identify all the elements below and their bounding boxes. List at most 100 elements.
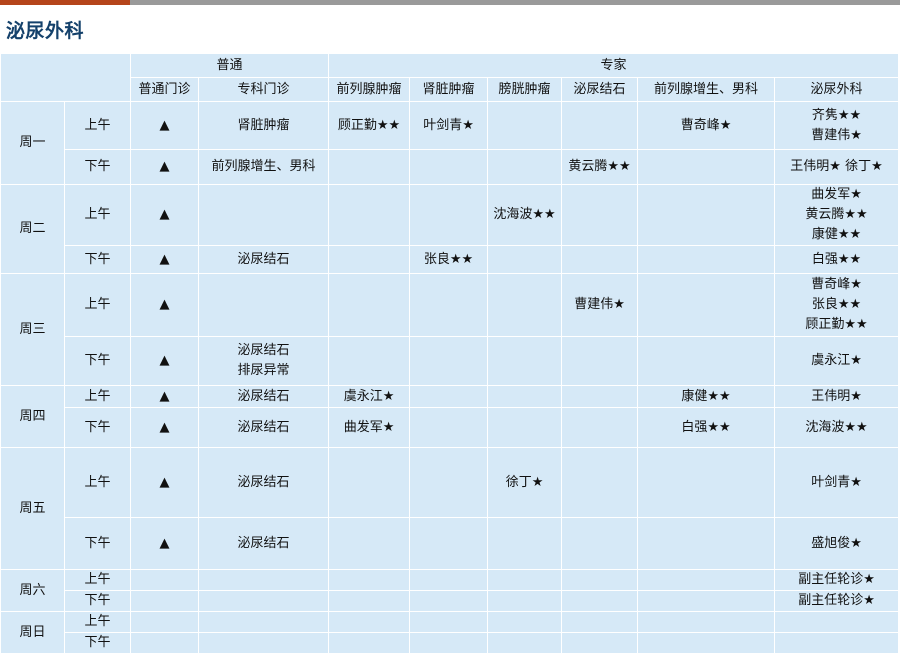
header-group-expert: 专家 [328, 53, 900, 78]
schedule-cell: 虞永江★ [774, 336, 900, 386]
schedule-cell: ▲ [130, 336, 199, 386]
schedule-cell [328, 611, 411, 633]
schedule-row: 下午 ▲ 泌尿结石 曲发军★ 白强★★ 沈海波★★ [1, 407, 900, 448]
column-header: 专科门诊 [197, 77, 330, 102]
schedule-cell [409, 149, 489, 185]
schedule-cell [487, 407, 563, 448]
schedule-cell [409, 517, 489, 570]
period-label: 下午 [64, 517, 131, 570]
schedule-cell [197, 632, 330, 654]
schedule-cell [409, 569, 489, 591]
schedule-cell: ▲ [130, 517, 199, 570]
column-header: 前列腺增生、男科 [637, 77, 776, 102]
schedule-cell: 沈海波★★ [487, 184, 563, 246]
schedule-cell [487, 149, 563, 185]
schedule-cell [409, 632, 489, 654]
schedule-cell: 肾脏肿瘤 [197, 101, 330, 150]
schedule-cell [487, 517, 563, 570]
schedule-cell [561, 336, 639, 386]
day-label: 周日 [0, 611, 65, 654]
schedule-cell: 虞永江★ [328, 385, 411, 408]
schedule-cell [328, 590, 411, 612]
schedule-cell [561, 184, 639, 246]
schedule-cell: ▲ [130, 184, 199, 246]
schedule-cell [197, 569, 330, 591]
schedule-cell [197, 273, 330, 337]
schedule-cell: 泌尿结石 [197, 385, 330, 408]
column-header: 泌尿外科 [774, 77, 900, 102]
schedule-cell: 顾正勤★★ [328, 101, 411, 150]
schedule-cell: 白强★★ [637, 407, 776, 448]
column-header: 前列腺肿瘤 [328, 77, 411, 102]
schedule-cell [637, 149, 776, 185]
schedule-cell: 徐丁★ [487, 447, 563, 518]
schedule-row: 下午 [1, 632, 900, 654]
schedule-cell [637, 611, 776, 633]
schedule-cell: ▲ [130, 149, 199, 185]
schedule-cell: 黄云腾★★ [561, 149, 639, 185]
schedule-cell: 泌尿结石 [197, 447, 330, 518]
schedule-cell [561, 385, 639, 408]
schedule-cell: ▲ [130, 385, 199, 408]
schedule-cell [637, 569, 776, 591]
schedule-cell: 白强★★ [774, 245, 900, 274]
schedule-cell: 康健★★ [637, 385, 776, 408]
period-label: 上午 [64, 101, 131, 150]
schedule-row: 周一 上午 ▲ 肾脏肿瘤 顾正勤★★ 叶剑青★ 曹奇峰★ 齐隽★★ 曹建伟★ [0, 101, 900, 185]
schedule-row: 下午 ▲ 泌尿结石 张良★★ 白强★★ [1, 245, 900, 274]
period-label: 下午 [64, 336, 131, 386]
column-header: 泌尿结石 [561, 77, 639, 102]
schedule-cell: 张良★★ [409, 245, 489, 274]
schedule-cell [487, 101, 563, 150]
schedule-cell [774, 632, 900, 654]
schedule-cell [328, 517, 411, 570]
schedule-cell: 曲发军★ 黄云腾★★ 康健★★ [774, 184, 900, 246]
schedule-cell: 副主任轮诊★ [774, 569, 900, 591]
schedule-cell [130, 611, 199, 633]
schedule-cell [130, 632, 199, 654]
schedule-cell [328, 569, 411, 591]
schedule-cell [328, 336, 411, 386]
schedule-cell [637, 184, 776, 246]
schedule-cell [561, 245, 639, 274]
schedule-cell [409, 590, 489, 612]
schedule-row: 周三 上午 ▲ 曹建伟★ 曹奇峰★ 张良★★ 顾正勤★★ [0, 273, 900, 386]
schedule-cell: 叶剑青★ [409, 101, 489, 150]
schedule-cell: ▲ [130, 101, 199, 150]
schedule-cell [637, 273, 776, 337]
period-label: 下午 [64, 149, 131, 185]
schedule-cell [637, 447, 776, 518]
schedule-cell: 王伟明★ 徐丁★ [774, 149, 900, 185]
period-label: 下午 [64, 245, 131, 274]
schedule-cell: 叶剑青★ [774, 447, 900, 518]
column-header: 膀胱肿瘤 [487, 77, 563, 102]
schedule-row: 周二 上午 ▲ 沈海波★★ 曲发军★ 黄云腾★★ 康健★★ [0, 184, 900, 274]
schedule-cell [774, 611, 900, 633]
schedule-cell [637, 632, 776, 654]
page-title: 泌尿外科 [6, 20, 85, 42]
schedule-cell [637, 245, 776, 274]
header-row-columns: 普通门诊 专科门诊 前列腺肿瘤 肾脏肿瘤 膀胱肿瘤 泌尿结石 前列腺增生、男科 泌尿外科 [1, 77, 900, 102]
schedule-cell: 齐隽★★ 曹建伟★ [774, 101, 900, 150]
day-label: 周五 [0, 447, 65, 570]
schedule-cell [561, 632, 639, 654]
schedule-cell [409, 273, 489, 337]
schedule-cell [561, 407, 639, 448]
schedule-cell [561, 569, 639, 591]
schedule-cell [561, 517, 639, 570]
schedule-row: 下午 ▲ 泌尿结石 盛旭俊★ [1, 517, 900, 570]
schedule-cell [561, 611, 639, 633]
period-label: 上午 [64, 184, 131, 246]
schedule-cell [328, 245, 411, 274]
schedule-cell [487, 336, 563, 386]
schedule-cell: 曹建伟★ [561, 273, 639, 337]
schedule-cell [130, 590, 199, 612]
schedule-cell [637, 590, 776, 612]
schedule-cell [487, 569, 563, 591]
schedule-cell [328, 273, 411, 337]
column-header: 肾脏肿瘤 [409, 77, 489, 102]
schedule-row: 周四 上午 ▲ 泌尿结石 虞永江★ 康健★★ 王伟明★ [0, 385, 900, 448]
schedule-cell: 盛旭俊★ [774, 517, 900, 570]
schedule-cell [409, 336, 489, 386]
header-row-groups: 普通 专家 [0, 53, 900, 102]
